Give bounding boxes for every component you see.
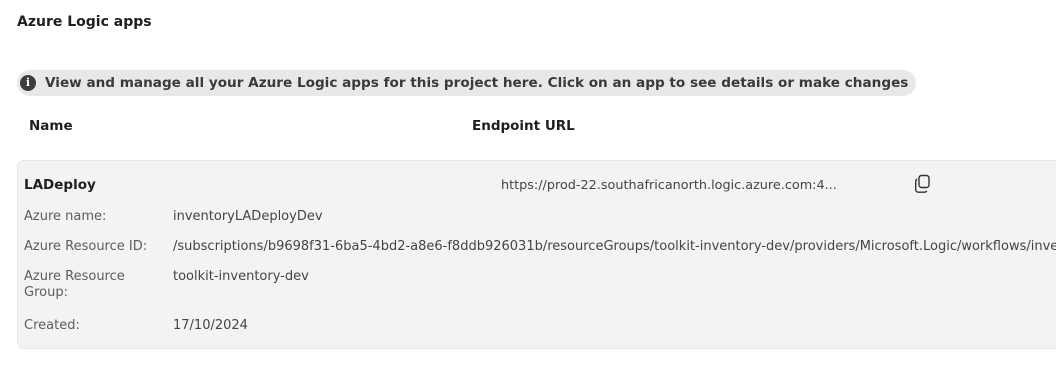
page-title: Azure Logic apps <box>17 14 152 30</box>
resource-group-value: toolkit-inventory-dev <box>173 269 309 284</box>
column-header-name: Name <box>29 118 73 134</box>
azure-name-label: Azure name: <box>24 209 107 224</box>
resource-group-label: Azure Resource Group: <box>24 269 125 300</box>
copy-icon <box>915 174 930 193</box>
column-header-endpoint-url: Endpoint URL <box>472 118 575 134</box>
copy-endpoint-button[interactable] <box>911 172 935 196</box>
logic-app-card[interactable]: LADeploy https://prod-22.southafricanort… <box>17 160 1056 349</box>
resource-id-value: /subscriptions/b9698f31-6ba5-4bd2-a8e6-f… <box>173 239 1056 254</box>
azure-name-value: inventoryLADeployDev <box>173 209 323 224</box>
info-banner-text: View and manage all your Azure Logic app… <box>45 75 909 91</box>
resource-id-label: Azure Resource ID: <box>24 239 148 254</box>
created-label: Created: <box>24 318 80 333</box>
endpoint-url: https://prod-22.southafricanorth.logic.a… <box>501 178 837 193</box>
info-banner: i View and manage all your Azure Logic a… <box>17 70 917 96</box>
info-icon: i <box>20 75 36 91</box>
created-value: 17/10/2024 <box>173 318 248 333</box>
logic-app-name[interactable]: LADeploy <box>24 177 96 193</box>
